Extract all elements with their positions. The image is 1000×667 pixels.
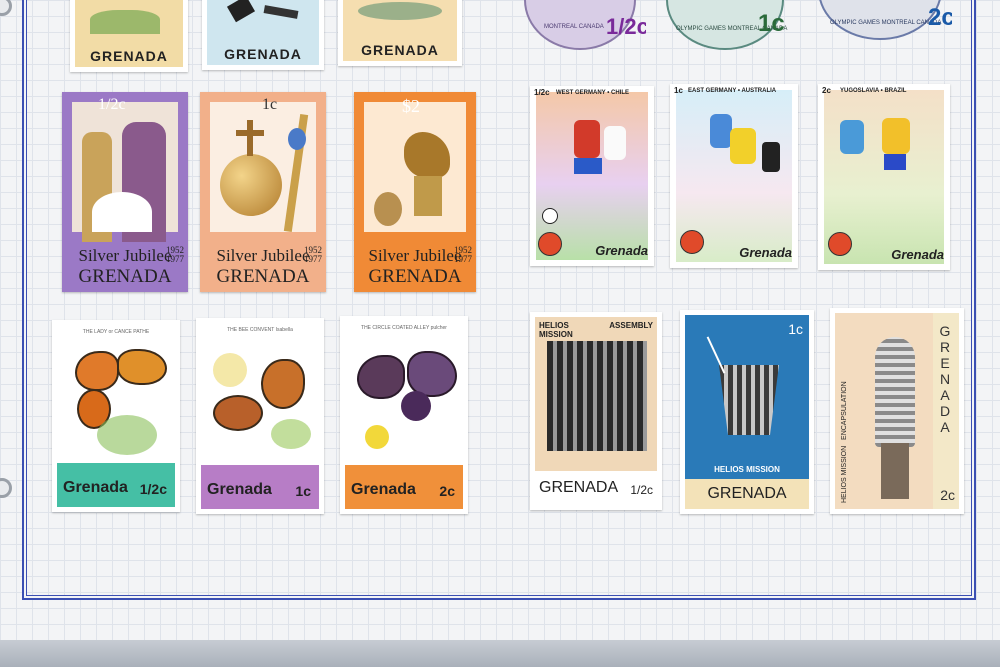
stamp-helios-assembly: HELIOS MISSION ASSEMBLY GRENADA 1/2c	[530, 312, 662, 510]
stamp-value: 1/2c	[139, 481, 167, 497]
stamp-value: 1c	[788, 321, 803, 337]
match-label: WEST GERMANY • CHILE	[556, 90, 629, 96]
binder-ring	[0, 478, 12, 498]
stamp-butterfly-2: THE BEE CONVENT Isabella Grenada 1c	[196, 318, 324, 514]
country-label: GRENADA	[939, 323, 951, 435]
species-caption: THE BEE CONVENT Isabella	[227, 327, 293, 333]
stamp-silver-jubilee-3: $2 Silver Jubilee 1952 1977 GRENADA	[354, 92, 476, 292]
stamp-value: 1c	[295, 483, 311, 499]
country-label: Grenada	[207, 481, 272, 498]
stamp-value: 2c	[940, 487, 955, 503]
country-label: GRENADA	[707, 485, 787, 502]
stamp-olympic-3: OLYMPIC GAMES MONTREAL CANADA 2c	[812, 0, 952, 46]
jubilee-years: 1952 1977	[304, 245, 322, 264]
jubilee-years: 1952 1977	[166, 245, 184, 264]
stamp-football-1: 1/2c WEST GERMANY • CHILE Grenada	[530, 86, 654, 266]
helios-label: ASSEMBLY	[609, 321, 653, 330]
helios-label: HELIOS MISSION	[539, 321, 573, 339]
country-label: GRENADA	[78, 266, 172, 287]
olympic-caption: MONTREAL CANADA	[544, 24, 604, 30]
country-label: GRENADA	[90, 48, 168, 64]
country-label: GRENADA	[216, 266, 310, 287]
binder-ring	[0, 0, 12, 16]
stamp-value: 2c	[822, 86, 831, 95]
stamp-butterfly-3: THE CIRCLE COATED ALLEY pulcher Grenada …	[340, 316, 468, 514]
stamp-silver-jubilee-1: 1/2c Silver Jubilee 1952 1977 GRENADA	[62, 92, 188, 292]
stamp-bird-1: GRENADA	[70, 0, 188, 72]
stamp-value: 2c	[439, 483, 455, 499]
country-label: Grenada	[351, 481, 416, 498]
stamp-bird-2: GRENADA	[202, 0, 324, 70]
album-edge	[0, 640, 1000, 667]
jubilee-years: 1952 1977	[454, 245, 472, 264]
olympic-caption: OLYMPIC GAMES MONTREAL CANADA	[830, 20, 942, 26]
stamp-value: 1c	[262, 96, 278, 113]
stamp-value: $2	[402, 96, 420, 116]
country-label: Grenada	[595, 243, 648, 258]
stamp-olympic-1: MONTREAL CANADA 1/2c	[518, 0, 646, 52]
country-label: GRENADA	[539, 479, 619, 496]
country-label: Grenada	[739, 245, 792, 260]
stamp-butterfly-1: THE LADY or CANCE PATHE Grenada 1/2c	[52, 320, 180, 512]
stamp-value: 1c	[674, 86, 683, 95]
stamp-helios-encapsulation: HELIOS MISSION ENCAPSULATION GRENADA 2c	[830, 308, 964, 514]
stamp-value: 1/2c	[534, 88, 550, 97]
stamp-football-3: 2c YUGOSLAVIA • BRAZIL Grenada	[818, 84, 950, 270]
stamp-football-2: 1c EAST GERMANY • AUSTRALIA Grenada	[670, 84, 798, 268]
country-label: GRENADA	[368, 266, 462, 287]
stamp-helios-mission: 1c HELIOS MISSION GRENADA	[680, 310, 814, 514]
stamp-value: 1c	[758, 10, 785, 37]
species-caption: THE LADY or CANCE PATHE	[82, 329, 150, 335]
country-label: GRENADA	[361, 42, 439, 58]
match-label: EAST GERMANY • AUSTRALIA	[688, 88, 777, 94]
stamp-value: 2c	[928, 4, 952, 31]
stamp-silver-jubilee-2: 1c Silver Jubilee 1952 1977 GRENADA	[200, 92, 326, 292]
stamp-value: 1/2c	[606, 14, 646, 39]
stamp-value: 1/2c	[630, 483, 653, 497]
country-label: Grenada	[891, 247, 944, 262]
country-label: Grenada	[63, 479, 128, 496]
stamp-bird-3: GRENADA	[338, 0, 462, 66]
helios-vertical-label: HELIOS MISSION ENCAPSULATION	[841, 381, 848, 503]
album-page: GRENADA GRENADA GRENADA MONTREAL CANADA …	[0, 0, 1000, 640]
helios-label: HELIOS MISSION	[714, 465, 780, 474]
stamp-olympic-2: OLYMPIC GAMES MONTREAL CANADA 1c	[660, 0, 788, 52]
stamp-value: 1/2c	[98, 96, 126, 113]
match-label: YUGOSLAVIA • BRAZIL	[840, 88, 907, 94]
country-label: GRENADA	[224, 46, 302, 62]
species-caption: THE CIRCLE COATED ALLEY pulcher	[361, 325, 447, 331]
